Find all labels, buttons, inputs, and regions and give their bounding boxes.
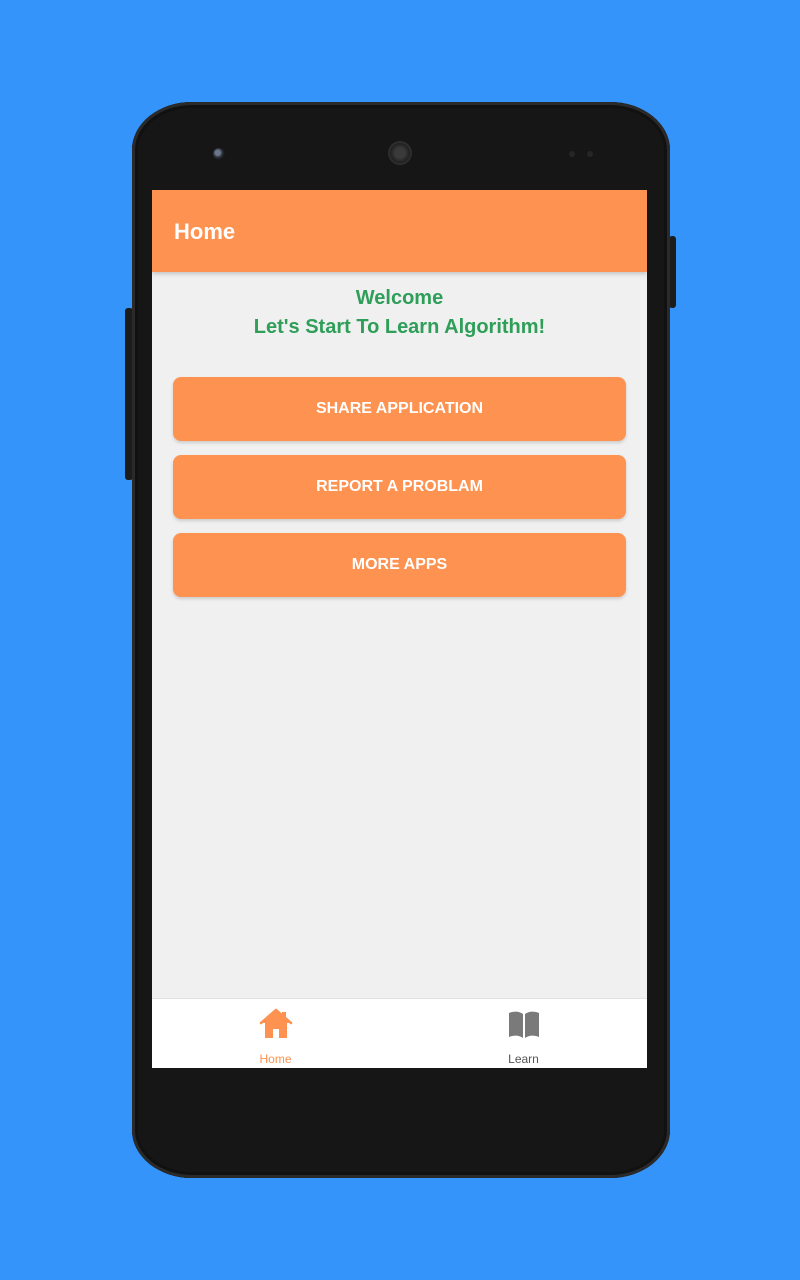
home-icon [259,1008,292,1038]
earpiece-speaker-icon [388,141,412,165]
book-icon [508,1011,539,1038]
share-application-button[interactable]: SHARE APPLICATION [173,377,626,441]
report-problem-button[interactable]: REPORT A PROBLAM [173,455,626,519]
front-camera-icon [213,148,225,160]
nav-label-home: Home [259,1052,292,1066]
nav-label-learn: Learn [508,1052,539,1066]
nav-item-learn[interactable]: Learn [400,999,647,1068]
sensor-dot [569,151,575,157]
power-button [669,236,676,308]
welcome-subheading: Let's Start To Learn Algorithm! [253,316,546,338]
app-screen: Home Welcome Let's Start To Learn Algori… [152,190,647,1068]
stage: Home Welcome Let's Start To Learn Algori… [0,0,800,1280]
bottom-navigation: Home Learn [152,998,647,1068]
nav-item-home[interactable]: Home [152,999,399,1068]
app-bar: Home [152,190,647,272]
welcome-heading: Welcome [355,287,444,309]
welcome-text: Welcome Let's Start To Learn Algorithm! [152,284,647,342]
page-title: Home [174,219,236,244]
sensor-dot [587,151,593,157]
more-apps-button[interactable]: MORE APPS [173,533,626,597]
